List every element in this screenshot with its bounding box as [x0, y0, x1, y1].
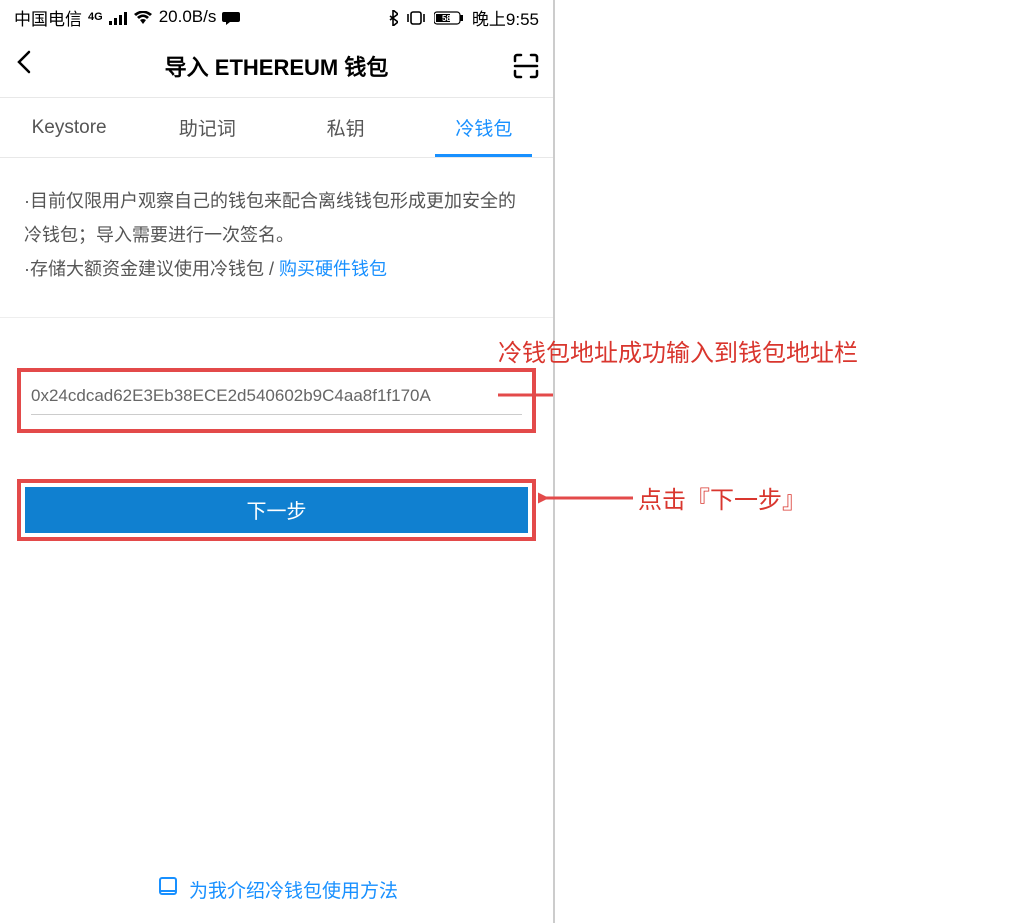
- wallet-address-input[interactable]: [31, 386, 522, 415]
- carrier-label: 中国电信: [14, 5, 82, 30]
- annotation-address: 冷钱包地址成功输入到钱包地址栏: [498, 355, 918, 405]
- info-line-2-prefix: ·存储大额资金建议使用冷钱包 /: [24, 259, 279, 279]
- status-left: 中国电信 4G 20.0B/s: [14, 5, 240, 30]
- buy-hardware-link[interactable]: 购买硬件钱包: [279, 259, 387, 279]
- annotation-next: 点击『下一步』: [538, 480, 806, 515]
- time-label: 晚上9:55: [472, 5, 539, 30]
- tabs: Keystore 助记词 私钥 冷钱包: [0, 98, 553, 158]
- signal-bars-icon: [109, 7, 127, 27]
- battery-icon: 58: [434, 7, 464, 27]
- info-section: ·目前仅限用户观察自己的钱包来配合离线钱包形成更加安全的冷钱包；导入需要进行一次…: [0, 158, 553, 318]
- nav-header: 导入 ETHEREUM 钱包: [0, 34, 553, 98]
- next-button[interactable]: 下一步: [25, 487, 528, 533]
- address-highlight-box: [17, 368, 536, 433]
- chat-icon: [222, 7, 240, 27]
- page-title: 导入 ETHEREUM 钱包: [44, 50, 509, 82]
- svg-text:58: 58: [442, 14, 451, 23]
- help-footer[interactable]: 为我介绍冷钱包使用方法: [0, 875, 555, 903]
- tab-privatekey[interactable]: 私钥: [277, 98, 415, 157]
- status-bar: 中国电信 4G 20.0B/s 58 晚上9:55: [0, 0, 553, 34]
- next-highlight-box: 下一步: [17, 479, 536, 541]
- signal-4g-icon: 4G: [88, 11, 103, 23]
- status-right: 58 晚上9:55: [388, 5, 539, 30]
- wifi-icon: [133, 7, 153, 27]
- tab-coldwallet[interactable]: 冷钱包: [415, 98, 553, 157]
- annotation-next-text: 点击『下一步』: [638, 480, 806, 515]
- back-button[interactable]: [14, 48, 44, 84]
- tab-keystore[interactable]: Keystore: [0, 98, 138, 157]
- address-section: 下一步: [0, 318, 553, 541]
- annotation-address-text: 冷钱包地址成功输入到钱包地址栏: [498, 333, 858, 368]
- book-icon: [157, 875, 179, 903]
- info-line-1: ·目前仅限用户观察自己的钱包来配合离线钱包形成更加安全的冷钱包；导入需要进行一次…: [24, 184, 529, 252]
- phone-screen: 中国电信 4G 20.0B/s 58 晚上9:55: [0, 0, 555, 923]
- speed-label: 20.0B/s: [159, 7, 217, 27]
- bluetooth-icon: [388, 7, 398, 27]
- vibrate-icon: [406, 7, 426, 27]
- tab-mnemonic[interactable]: 助记词: [138, 98, 276, 157]
- arrow-left-icon: [538, 488, 638, 508]
- help-label: 为我介绍冷钱包使用方法: [189, 876, 398, 903]
- scan-button[interactable]: [509, 53, 539, 79]
